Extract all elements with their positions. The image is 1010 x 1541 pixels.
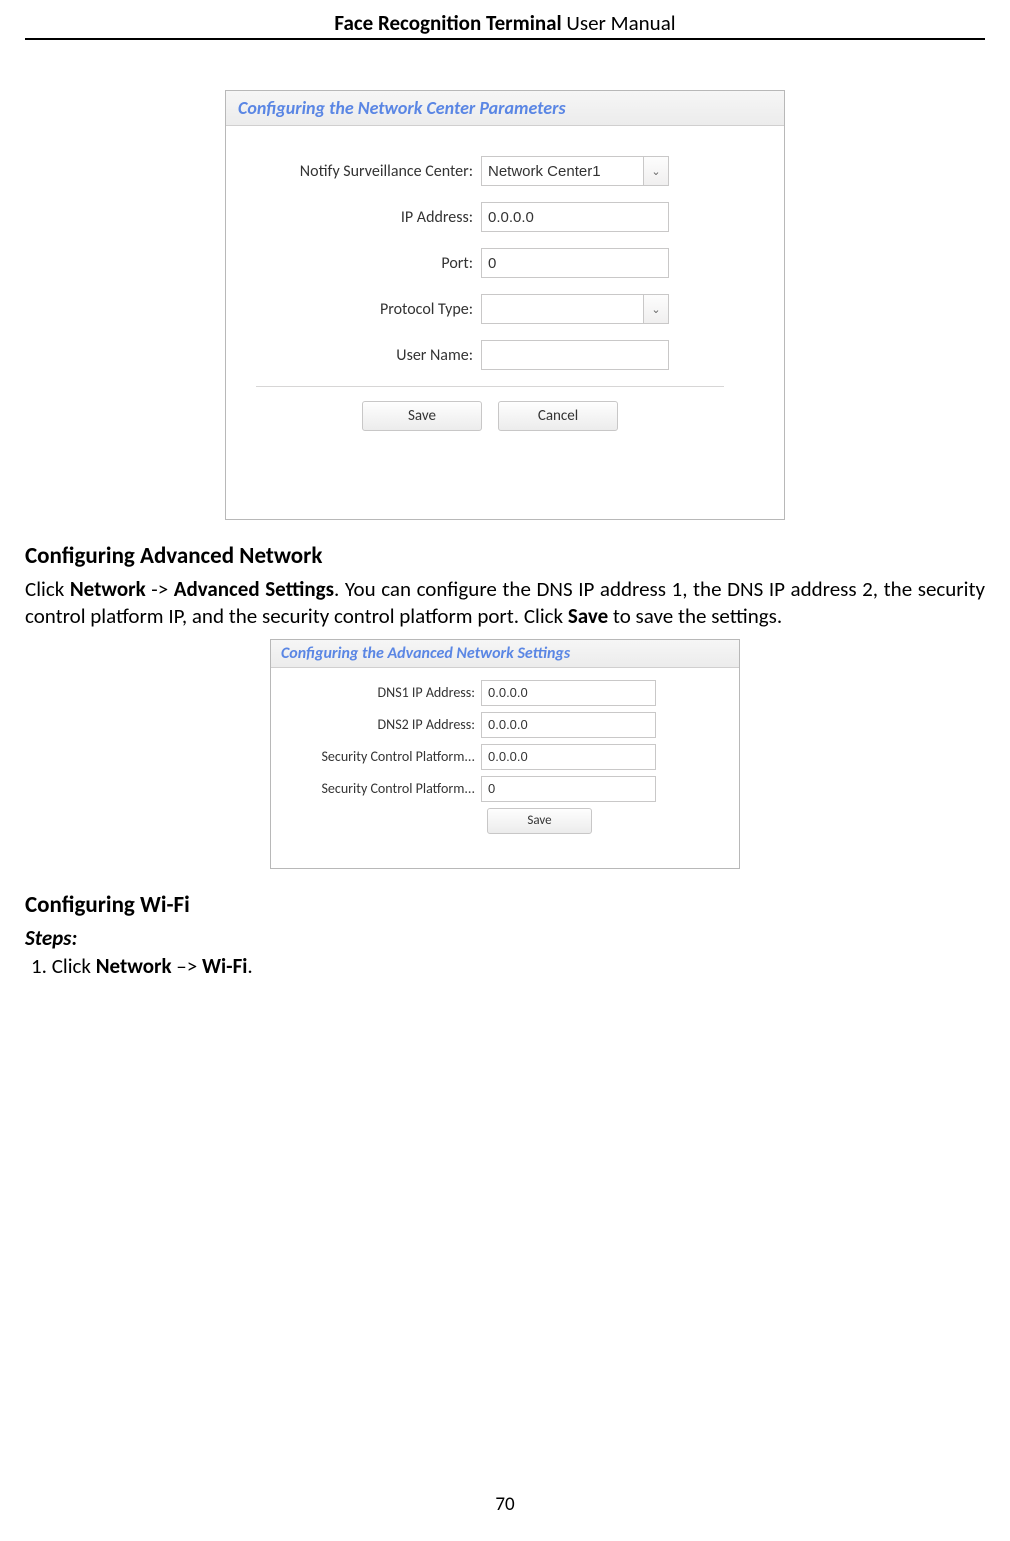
protocol-label: Protocol Type: bbox=[226, 300, 481, 319]
bold-text: Advanced Settings bbox=[174, 576, 334, 602]
dns2-input[interactable] bbox=[481, 712, 656, 738]
dns2-row: DNS2 IP Address: bbox=[271, 712, 711, 738]
save-button[interactable]: Save bbox=[487, 808, 592, 834]
notify-label: Notify Surveillance Center: bbox=[226, 162, 481, 181]
bold-text: Wi-Fi bbox=[202, 953, 247, 979]
text: –> bbox=[172, 953, 202, 979]
port-label: Port: bbox=[226, 254, 481, 273]
ip-row: IP Address: bbox=[226, 202, 754, 232]
dns1-row: DNS1 IP Address: bbox=[271, 680, 711, 706]
scp-port-input[interactable] bbox=[481, 776, 656, 802]
username-input[interactable] bbox=[481, 340, 669, 370]
steps-label: Steps: bbox=[25, 925, 985, 951]
scp-port-label: Security Control Platform... bbox=[271, 780, 481, 797]
ip-label: IP Address: bbox=[226, 208, 481, 227]
advanced-network-paragraph: Click Network -> Advanced Settings. You … bbox=[25, 576, 985, 631]
username-row: User Name: bbox=[226, 340, 754, 370]
scp-ip-input[interactable] bbox=[481, 744, 656, 770]
bold-text: Network bbox=[96, 953, 172, 979]
port-row: Port: bbox=[226, 248, 754, 278]
scp-ip-row: Security Control Platform... bbox=[271, 744, 711, 770]
dns2-label: DNS2 IP Address: bbox=[271, 716, 481, 733]
cancel-button[interactable]: Cancel bbox=[498, 401, 618, 431]
chevron-down-icon[interactable]: ⌄ bbox=[643, 156, 669, 186]
dns1-input[interactable] bbox=[481, 680, 656, 706]
save-button[interactable]: Save bbox=[362, 401, 482, 431]
text: 1. Click bbox=[31, 953, 96, 979]
text: Click bbox=[25, 576, 70, 602]
text: -> bbox=[146, 576, 174, 602]
advanced-settings-panel: Configuring the Advanced Network Setting… bbox=[270, 639, 740, 869]
header-title-bold: Face Recognition Terminal bbox=[334, 10, 561, 36]
divider bbox=[256, 386, 724, 387]
wifi-heading: Configuring Wi-Fi bbox=[25, 891, 985, 919]
advanced-settings-form: DNS1 IP Address: DNS2 IP Address: Securi… bbox=[271, 668, 739, 834]
network-center-panel: Configuring the Network Center Parameter… bbox=[225, 90, 785, 520]
scp-ip-label: Security Control Platform... bbox=[271, 748, 481, 765]
advanced-settings-panel-title: Configuring the Advanced Network Setting… bbox=[271, 640, 739, 668]
notify-row: Notify Surveillance Center: ⌄ bbox=[226, 156, 754, 186]
text: . bbox=[247, 953, 252, 979]
header-title-rest: User Manual bbox=[562, 10, 676, 36]
notify-select[interactable]: ⌄ bbox=[481, 156, 669, 186]
chevron-down-icon[interactable]: ⌄ bbox=[643, 294, 669, 324]
page-header: Face Recognition Terminal User Manual bbox=[25, 10, 985, 40]
page-number: 70 bbox=[0, 1493, 1010, 1516]
dns1-label: DNS1 IP Address: bbox=[271, 684, 481, 701]
notify-select-value[interactable] bbox=[481, 156, 643, 186]
bold-text: Network bbox=[70, 576, 146, 602]
protocol-row: Protocol Type: ⌄ bbox=[226, 294, 754, 324]
network-center-form: Notify Surveillance Center: ⌄ IP Address… bbox=[226, 126, 784, 431]
port-input[interactable] bbox=[481, 248, 669, 278]
bold-text: Save bbox=[568, 603, 608, 629]
step-1: 1. Click Network –> Wi-Fi. bbox=[31, 953, 985, 979]
advanced-network-heading: Configuring Advanced Network bbox=[25, 542, 985, 570]
network-center-panel-title: Configuring the Network Center Parameter… bbox=[226, 91, 784, 126]
protocol-select-value[interactable] bbox=[481, 294, 643, 324]
protocol-select[interactable]: ⌄ bbox=[481, 294, 669, 324]
scp-port-row: Security Control Platform... bbox=[271, 776, 711, 802]
ip-input[interactable] bbox=[481, 202, 669, 232]
manual-page: Face Recognition Terminal User Manual Co… bbox=[0, 0, 1010, 1541]
panel1-button-row: Save Cancel bbox=[226, 401, 754, 431]
text: to save the settings. bbox=[608, 603, 782, 629]
username-label: User Name: bbox=[226, 346, 481, 365]
